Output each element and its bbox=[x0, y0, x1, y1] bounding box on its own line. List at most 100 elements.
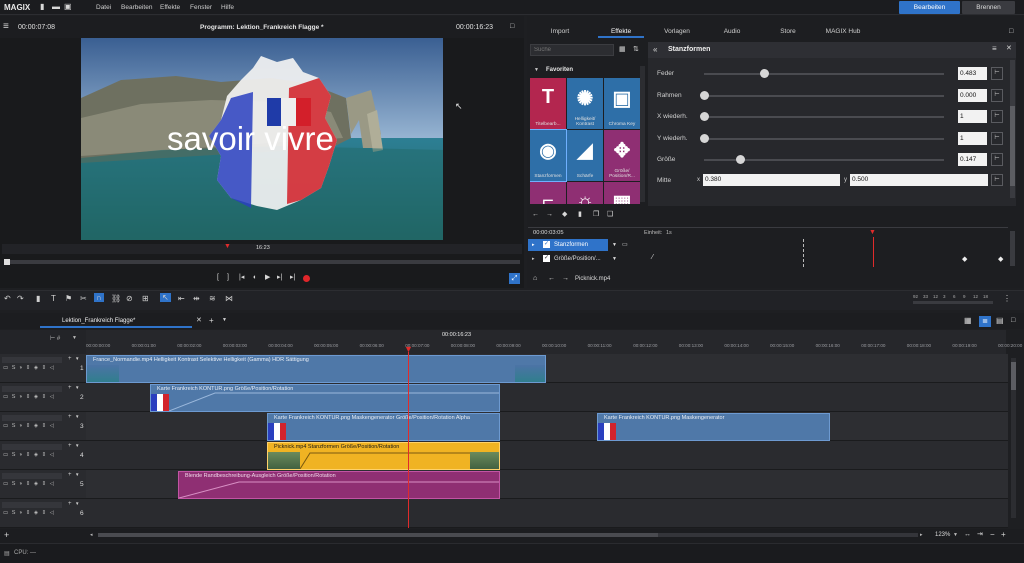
track-name-field[interactable] bbox=[2, 473, 62, 479]
delete-icon[interactable]: ▮ bbox=[36, 294, 40, 303]
go-to-start-icon[interactable]: |◂ bbox=[239, 274, 244, 281]
param-keyframe-button[interactable]: ⊢ bbox=[991, 153, 1003, 166]
menu-datei[interactable]: Datei bbox=[96, 4, 111, 11]
track-lane[interactable] bbox=[86, 499, 1008, 528]
preview-playhead-marker[interactable]: ▼ bbox=[224, 243, 231, 250]
title-icon[interactable]: T bbox=[51, 294, 56, 303]
close-tab-icon[interactable]: ✕ bbox=[196, 317, 202, 324]
param-value-input[interactable]: 0.147 bbox=[958, 153, 987, 166]
track-add-icon[interactable]: + bbox=[68, 472, 72, 478]
step-forward-icon[interactable]: ▸| bbox=[277, 274, 282, 281]
mouse-mode-icon[interactable]: ↖ bbox=[160, 293, 171, 302]
maximize-timeline-icon[interactable]: □ bbox=[1011, 317, 1015, 324]
row-dropdown-icon[interactable]: ▼ bbox=[612, 242, 617, 248]
track-add-icon[interactable]: + bbox=[68, 414, 72, 420]
ungroup-icon[interactable]: ⊘ bbox=[126, 294, 133, 303]
effect-tile[interactable]: ◉ Stanzformen bbox=[530, 129, 567, 182]
storyboard-view-icon[interactable]: ▦ bbox=[964, 317, 972, 325]
center-x-input[interactable]: 0.380 bbox=[703, 174, 840, 186]
preview-scroll-thumb[interactable] bbox=[4, 259, 10, 265]
timeline-clip-map-mask-2[interactable]: Karte Frankreich KONTUR.png Maskengenera… bbox=[597, 413, 830, 441]
param-keyframe-button[interactable]: ⊢ bbox=[991, 88, 1003, 102]
tab-dropdown-icon[interactable]: ▼ bbox=[222, 318, 227, 323]
track-header[interactable]: ▭ S ◑ ⇕ ◈ ⇕ ◁ + ▼ 4 bbox=[0, 441, 86, 470]
trim-icon[interactable]: ⇤ bbox=[178, 294, 185, 303]
param-slider-track[interactable] bbox=[704, 116, 944, 118]
delete-keyframe-icon[interactable]: ▮ bbox=[578, 211, 582, 218]
track-control-icons[interactable]: ▭ S ◑ ⇕ ◈ ⇕ ◁ bbox=[3, 423, 55, 429]
menu-effekte[interactable]: Effekte bbox=[160, 4, 180, 11]
param-value-input[interactable]: 1 bbox=[958, 131, 987, 145]
track-menu-icon[interactable]: ▼ bbox=[75, 443, 79, 448]
back-arrow-icon[interactable]: « bbox=[653, 45, 657, 54]
track-header[interactable]: ▭ S ◑ ⇕ ◈ ⇕ ◁ + ▼ 5 bbox=[0, 470, 86, 499]
split-icon[interactable]: ⊞ bbox=[142, 294, 149, 303]
open-folder-icon[interactable]: ▬ bbox=[52, 3, 60, 11]
expand-row-icon[interactable]: ▸ bbox=[532, 242, 535, 248]
zoom-out-icon[interactable]: ⇥ bbox=[977, 531, 983, 538]
mark-out-icon[interactable]: ] bbox=[227, 274, 229, 281]
timeline-view-icon[interactable]: ≣ bbox=[979, 316, 991, 327]
effect-tile[interactable]: ⌐ bbox=[530, 182, 566, 204]
play-icon[interactable]: ▶ bbox=[265, 274, 270, 281]
ripple-icon[interactable]: ⇹ bbox=[193, 294, 200, 303]
track-lane[interactable] bbox=[86, 441, 1008, 470]
panel-menu-icon[interactable]: ≡ bbox=[992, 45, 997, 53]
keyframe-diamond[interactable]: ◆ bbox=[962, 255, 967, 263]
track-name-field[interactable] bbox=[2, 502, 62, 508]
track-add-icon[interactable]: + bbox=[68, 356, 72, 362]
stretch-icon[interactable]: ⋈ bbox=[225, 294, 233, 303]
menu-fenster[interactable]: Fenster bbox=[190, 4, 212, 11]
magnet-icon[interactable]: ∩ bbox=[94, 293, 104, 302]
effect-tile[interactable]: ▦ bbox=[604, 182, 640, 204]
track-header[interactable]: ▭ S ◑ ⇕ ◈ ⇕ ◁ + ▼ 1 bbox=[0, 354, 86, 383]
effect-tile[interactable]: T Titelbearb... bbox=[530, 78, 566, 129]
keyframe-diamond-end[interactable]: ◆ bbox=[998, 255, 1003, 263]
effect-tile[interactable]: ◢ Schärfe bbox=[567, 130, 603, 181]
tab-import[interactable]: Import bbox=[540, 28, 580, 38]
nav-back-icon[interactable]: ← bbox=[548, 275, 555, 282]
add-keyframe-icon[interactable]: ◆ bbox=[562, 211, 567, 218]
timeline-clip-video[interactable]: France_Normandie.mp4 Helligkeit Kontrast… bbox=[86, 355, 546, 383]
param-keyframe-button[interactable]: ⊢ bbox=[991, 110, 1003, 123]
effect-tile[interactable]: ▣ Chroma Key bbox=[604, 78, 640, 129]
zoom-fit-icon[interactable]: ↔ bbox=[964, 531, 971, 538]
nav-forward-icon[interactable]: → bbox=[562, 275, 569, 282]
maximize-preview-icon[interactable]: □ bbox=[510, 23, 514, 30]
track-lane[interactable] bbox=[86, 412, 1008, 441]
group-icon[interactable]: ⛓ bbox=[111, 294, 121, 303]
track-menu-icon[interactable]: ▼ bbox=[75, 501, 79, 506]
track-control-icons[interactable]: ▭ S ◑ ⇕ ◈ ⇕ ◁ bbox=[3, 510, 55, 516]
param-value-input[interactable]: 0.000 bbox=[958, 88, 987, 102]
tab-audio[interactable]: Audio bbox=[712, 28, 752, 38]
collapse-category-icon[interactable]: ▼ bbox=[534, 67, 539, 73]
scroll-right-icon[interactable]: ▸ bbox=[920, 532, 923, 538]
add-tab-icon[interactable]: + bbox=[209, 317, 214, 325]
tab-effekte[interactable]: Effekte bbox=[598, 28, 644, 38]
param-slider-track[interactable] bbox=[704, 73, 944, 75]
effect-tile[interactable]: ✥ Größe/ Position/R... bbox=[604, 130, 640, 181]
track-add-icon[interactable]: + bbox=[68, 501, 72, 507]
timeline-horizontal-thumb[interactable] bbox=[98, 533, 658, 537]
keyframe-playhead-marker[interactable]: ▼ bbox=[869, 229, 876, 236]
track-name-field[interactable] bbox=[2, 386, 62, 392]
scroll-left-icon[interactable]: ◂ bbox=[90, 532, 93, 538]
track-control-icons[interactable]: ▭ S ◑ ⇕ ◈ ⇕ ◁ bbox=[3, 452, 55, 458]
grid-view-icon[interactable]: ▦ bbox=[619, 46, 626, 53]
track-options-icon[interactable]: ⊢ # bbox=[50, 335, 60, 342]
params-scroll-thumb[interactable] bbox=[1010, 106, 1015, 186]
video-preview-frame[interactable]: savoir vivre bbox=[81, 38, 443, 240]
fullscreen-preview-icon[interactable]: ⤢ bbox=[509, 273, 520, 284]
effect-tile[interactable]: ✺ Helligkeit/ Kontrast bbox=[567, 78, 603, 129]
track-control-icons[interactable]: ▭ S ◑ ⇕ ◈ ⇕ ◁ bbox=[3, 394, 55, 400]
redo-icon[interactable]: ↷ bbox=[17, 294, 24, 303]
menu-hilfe[interactable]: Hilfe bbox=[221, 4, 234, 11]
track-menu-icon[interactable]: ▼ bbox=[75, 385, 79, 390]
next-keyframe-icon[interactable]: → bbox=[546, 211, 553, 218]
sort-icon[interactable]: ⇅ bbox=[633, 46, 639, 53]
close-params-icon[interactable]: ✕ bbox=[1006, 45, 1012, 52]
row-preview-icon[interactable]: ▭ bbox=[622, 241, 628, 248]
add-track-icon[interactable]: + bbox=[4, 531, 9, 540]
preview-scroll-track[interactable] bbox=[4, 260, 520, 264]
row2-enable-checkbox[interactable]: ✓ bbox=[543, 255, 550, 262]
